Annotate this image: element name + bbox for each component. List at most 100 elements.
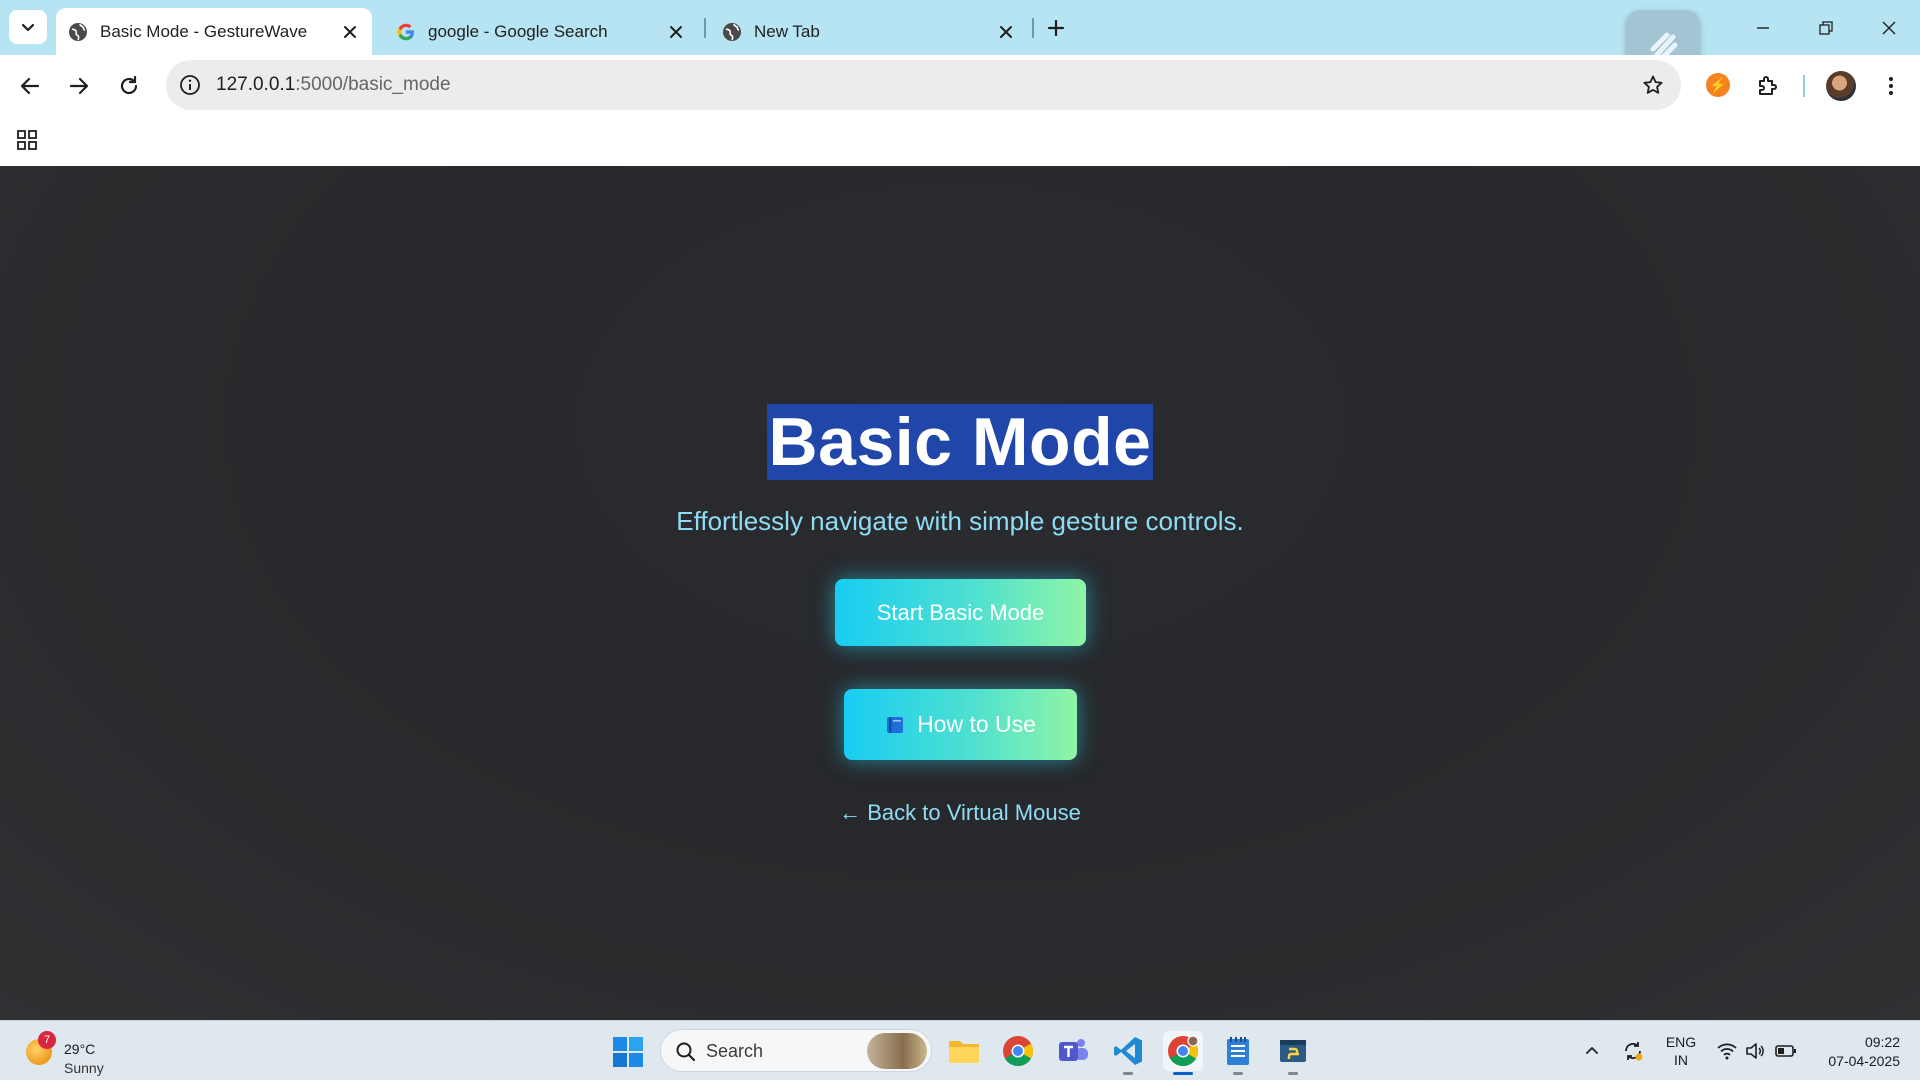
running-indicator: [1123, 1072, 1133, 1075]
chrome-app[interactable]: [998, 1031, 1038, 1071]
puzzle-icon: [1759, 76, 1777, 95]
toolbar-divider: [1803, 75, 1805, 97]
profile-avatar[interactable]: [1826, 71, 1856, 101]
page-content: Basic Mode Effortlessly navigate with si…: [0, 166, 1920, 1020]
globe-icon: [722, 22, 742, 42]
windows-taskbar: 7 29°C Sunny Search ENG IN 09:22 07-04-2…: [0, 1020, 1920, 1080]
show-hidden-icons-button[interactable]: [1578, 1021, 1606, 1081]
plus-icon: [1047, 19, 1065, 37]
browser-toolbar: 127.0.0.1:5000/basic_mode ⚡: [0, 55, 1920, 116]
restore-icon: [1819, 21, 1833, 35]
close-icon[interactable]: [338, 20, 362, 44]
google-icon: [396, 22, 416, 42]
chrome-icon: [1168, 1035, 1199, 1067]
clock-date: 07-04-2025: [1828, 1053, 1900, 1069]
minimize-button[interactable]: [1743, 12, 1783, 44]
windows-logo-icon: [613, 1037, 643, 1067]
start-basic-mode-button[interactable]: Start Basic Mode: [835, 579, 1086, 646]
reload-button[interactable]: [111, 68, 147, 104]
teams-app[interactable]: [1053, 1031, 1093, 1071]
book-icon: [887, 716, 904, 733]
tab-separator: [704, 18, 706, 38]
new-tab-button[interactable]: [1042, 14, 1070, 42]
vscode-app[interactable]: [1108, 1031, 1148, 1075]
input-language-indicator[interactable]: ENG IN: [1664, 1033, 1698, 1069]
tab-google-search[interactable]: google - Google Search: [384, 8, 698, 55]
restore-button[interactable]: [1806, 12, 1846, 44]
how-to-use-label: How to Use: [917, 711, 1036, 737]
weather-temperature: 29°C: [64, 1041, 96, 1057]
tab-basic-mode[interactable]: Basic Mode - GestureWave: [56, 8, 372, 55]
python-app[interactable]: [1273, 1031, 1313, 1075]
page-subtitle: Effortlessly navigate with simple gestur…: [676, 506, 1244, 536]
language-code: ENG: [1665, 1034, 1697, 1050]
apps-grid-icon[interactable]: [14, 127, 40, 153]
notepad-icon: [1227, 1037, 1249, 1065]
notification-badge: 7: [38, 1031, 56, 1049]
tab-new-tab[interactable]: New Tab: [710, 8, 1028, 55]
running-indicator: [1288, 1072, 1298, 1075]
extension-bolt-icon[interactable]: ⚡: [1706, 73, 1730, 97]
url-host: 127.0.0.1: [216, 74, 296, 95]
wifi-tray-icon[interactable]: [1714, 1021, 1740, 1081]
volume-tray-icon[interactable]: [1742, 1021, 1768, 1081]
page-title: Basic Mode: [766, 404, 1154, 480]
weather-widget[interactable]: 7 29°C Sunny: [24, 1029, 124, 1076]
search-highlight-image: [867, 1033, 927, 1069]
vscode-icon: [1114, 1037, 1142, 1065]
minimize-icon: [1757, 27, 1769, 29]
sync-tray-icon[interactable]: [1618, 1021, 1648, 1081]
chevron-up-icon: [1586, 1046, 1598, 1054]
python-icon: [1280, 1040, 1306, 1062]
back-to-virtual-mouse-link[interactable]: ← Back to Virtual Mouse: [839, 800, 1081, 825]
tab-search-button[interactable]: [9, 10, 47, 44]
tab-separator: [1032, 18, 1034, 38]
clock-time: 09:22: [1864, 1034, 1900, 1050]
file-explorer-app[interactable]: [944, 1031, 984, 1071]
menu-button[interactable]: [1873, 68, 1909, 104]
globe-icon: [68, 22, 88, 42]
close-icon: [1882, 21, 1896, 35]
site-info-icon[interactable]: [176, 71, 204, 99]
close-icon[interactable]: [664, 20, 688, 44]
sync-icon: [1625, 1042, 1643, 1061]
arrow-left-icon: [20, 77, 40, 95]
url-path: :5000/basic_mode: [295, 74, 451, 95]
taskbar-search[interactable]: Search: [660, 1029, 932, 1072]
tab-title: Basic Mode - GestureWave: [100, 21, 308, 41]
address-bar[interactable]: 127.0.0.1:5000/basic_mode: [166, 60, 1681, 110]
teams-icon: [1059, 1039, 1088, 1061]
tab-strip: Basic Mode - GestureWave google - Google…: [0, 0, 1920, 84]
arrow-right-icon: [69, 77, 89, 95]
wifi-icon: [1717, 1043, 1737, 1060]
close-window-button[interactable]: [1869, 12, 1909, 44]
folder-icon: [949, 1041, 979, 1063]
back-to-virtual-mouse-link-row: ← Back to Virtual Mouse: [0, 800, 1920, 826]
how-to-use-button[interactable]: How to Use: [844, 689, 1077, 760]
chrome-icon: [1003, 1036, 1034, 1067]
tab-title: google - Google Search: [428, 21, 608, 41]
weather-condition: Sunny: [64, 1060, 104, 1076]
battery-icon: [1775, 1045, 1796, 1057]
region-code: IN: [1674, 1052, 1688, 1068]
url-text[interactable]: 127.0.0.1:5000/basic_mode: [216, 74, 451, 96]
back-button[interactable]: [12, 68, 48, 104]
kebab-menu-icon: [1889, 77, 1893, 95]
forward-button[interactable]: [61, 68, 97, 104]
battery-tray-icon[interactable]: [1772, 1021, 1800, 1081]
chrome-active-app[interactable]: [1163, 1031, 1203, 1075]
search-icon: [676, 1042, 696, 1062]
start-button[interactable]: [612, 1036, 644, 1068]
running-indicator: [1233, 1072, 1243, 1075]
page-title-container: Basic Mode: [0, 404, 1920, 480]
system-clock[interactable]: 09:22 07-04-2025: [1810, 1033, 1900, 1071]
tab-title: New Tab: [754, 21, 820, 41]
bookmark-star-icon[interactable]: [1639, 71, 1667, 99]
chevron-down-icon: [21, 23, 35, 32]
bookmarks-bar: [0, 116, 1920, 166]
search-placeholder: Search: [706, 1041, 764, 1061]
extensions-button[interactable]: [1749, 68, 1785, 104]
reload-icon: [120, 75, 138, 95]
close-icon[interactable]: [994, 20, 1018, 44]
notepad-app[interactable]: [1218, 1031, 1258, 1075]
